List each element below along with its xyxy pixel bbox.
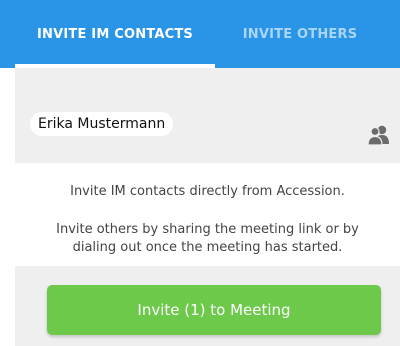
- info-im-contacts: Invite IM contacts directly from Accessi…: [15, 183, 400, 201]
- tab-label: INVITE OTHERS: [242, 26, 358, 42]
- tab-bar: INVITE IM CONTACTS INVITE OTHERS: [0, 0, 400, 68]
- info-text: dialing out once the meeting has started…: [72, 240, 343, 255]
- info-text: Invite IM contacts directly from Accessi…: [70, 184, 345, 199]
- tab-invite-im-contacts[interactable]: INVITE IM CONTACTS: [15, 0, 215, 68]
- contact-name: Erika Mustermann: [38, 116, 166, 132]
- people-icon[interactable]: [366, 125, 392, 146]
- info-text: Invite others by sharing the meeting lin…: [56, 222, 359, 237]
- info-invite-others: Invite others by sharing the meeting lin…: [15, 221, 400, 257]
- invite-to-meeting-button[interactable]: Invite (1) to Meeting: [47, 285, 381, 335]
- contact-chip[interactable]: Erika Mustermann: [30, 112, 174, 136]
- tab-label: INVITE IM CONTACTS: [37, 26, 193, 42]
- tab-invite-others[interactable]: INVITE OTHERS: [200, 0, 400, 68]
- invite-button-label: Invite (1) to Meeting: [137, 301, 291, 319]
